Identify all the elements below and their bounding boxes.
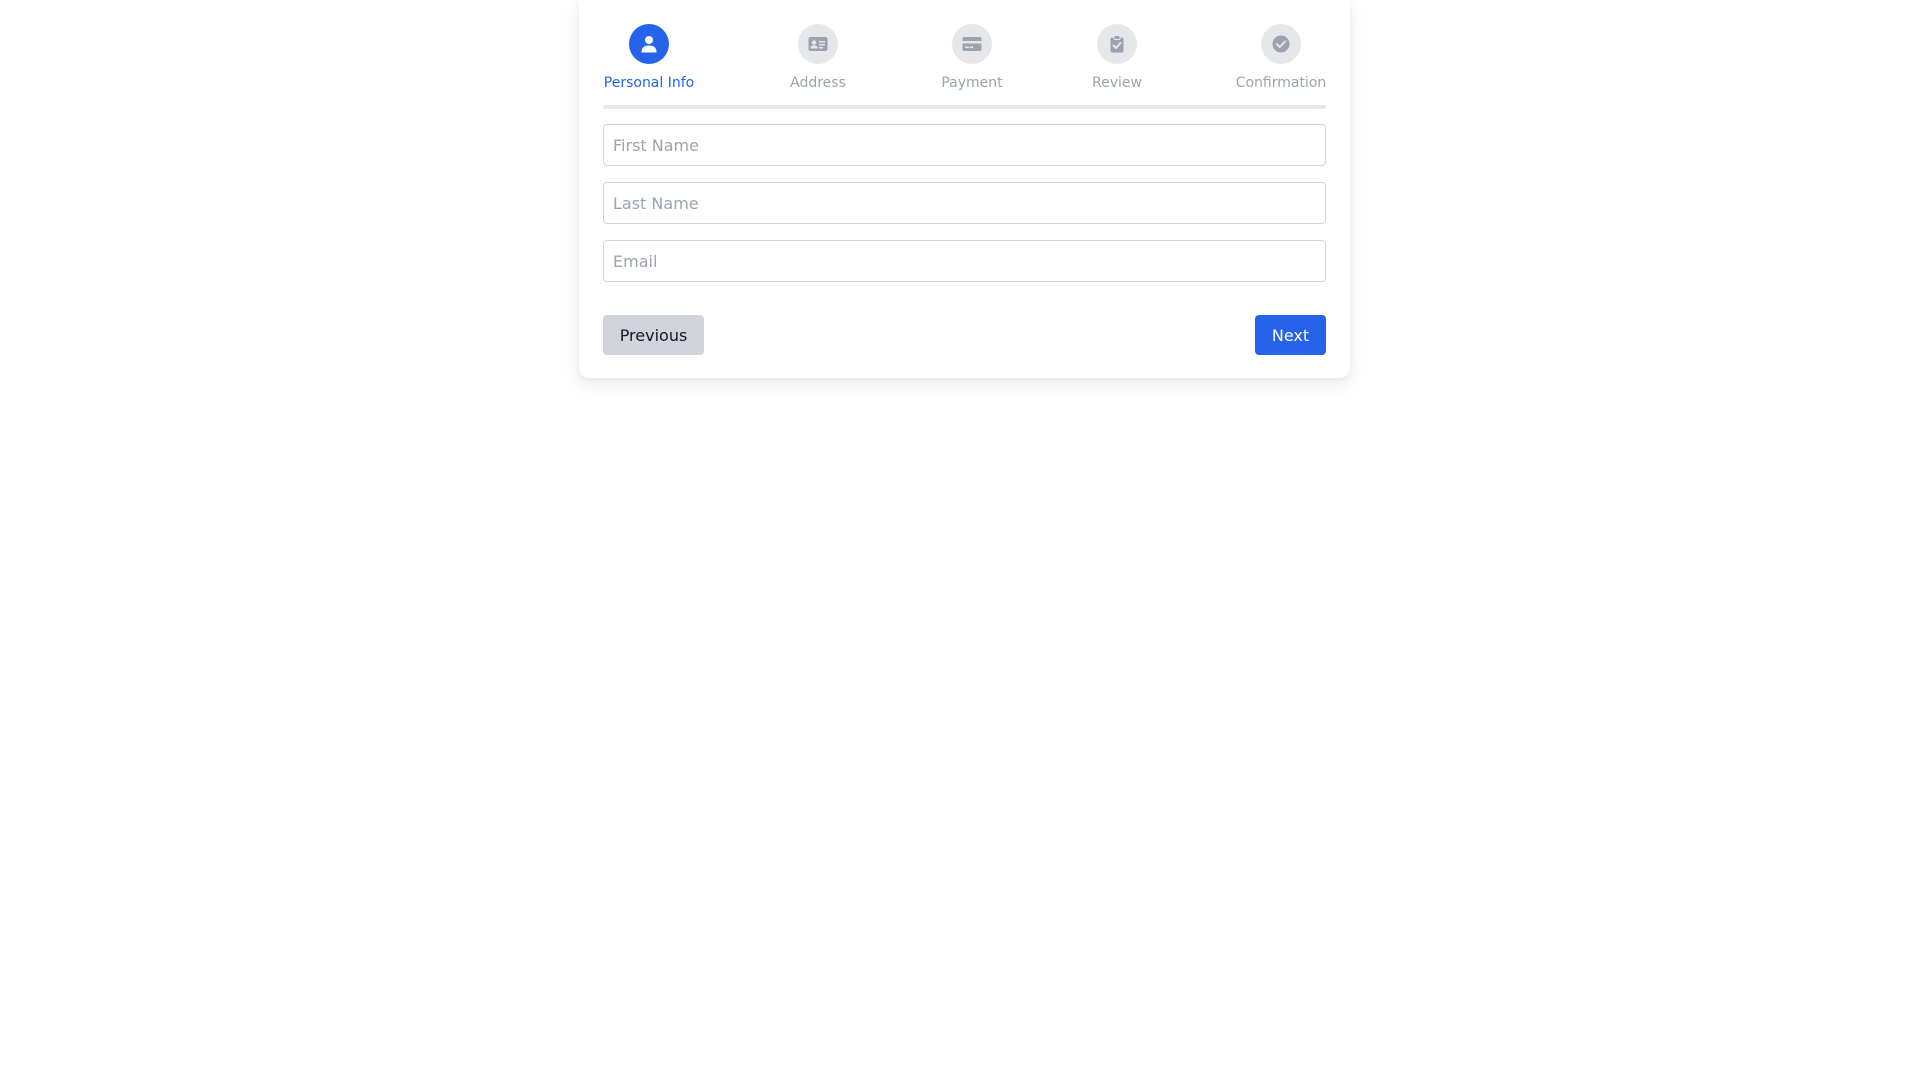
step-circle	[798, 24, 838, 64]
step-label: Address	[790, 75, 846, 91]
step-label: Payment	[941, 75, 1003, 91]
progress-track	[603, 105, 1326, 109]
user-icon	[641, 36, 657, 53]
step-confirmation[interactable]: Confirmation	[1236, 24, 1326, 92]
step-circle	[952, 24, 992, 64]
email-field[interactable]	[603, 240, 1326, 282]
step-address[interactable]: Address	[788, 24, 848, 92]
wizard-card: Personal Info Address Payment Review Con…	[579, 0, 1350, 378]
credit-card-icon	[962, 37, 982, 51]
step-review[interactable]: Review	[1091, 24, 1143, 92]
step-circle	[1097, 24, 1137, 64]
clipboard-check-icon	[1110, 35, 1124, 53]
step-personal-info[interactable]: Personal Info	[603, 24, 695, 92]
step-circle	[1261, 24, 1301, 64]
step-label: Personal Info	[603, 75, 695, 91]
step-label: Confirmation	[1235, 75, 1327, 91]
step-circle	[629, 24, 669, 64]
address-card-icon	[808, 37, 828, 51]
step-label: Review	[1092, 75, 1142, 91]
last-name-field[interactable]	[603, 182, 1326, 224]
previous-button[interactable]: Previous	[603, 315, 704, 355]
step-payment[interactable]: Payment	[940, 24, 1004, 92]
check-circle-icon	[1272, 35, 1290, 53]
next-button[interactable]: Next	[1255, 315, 1326, 355]
stepper: Personal Info Address Payment Review Con…	[603, 24, 1326, 94]
first-name-field[interactable]	[603, 124, 1326, 166]
